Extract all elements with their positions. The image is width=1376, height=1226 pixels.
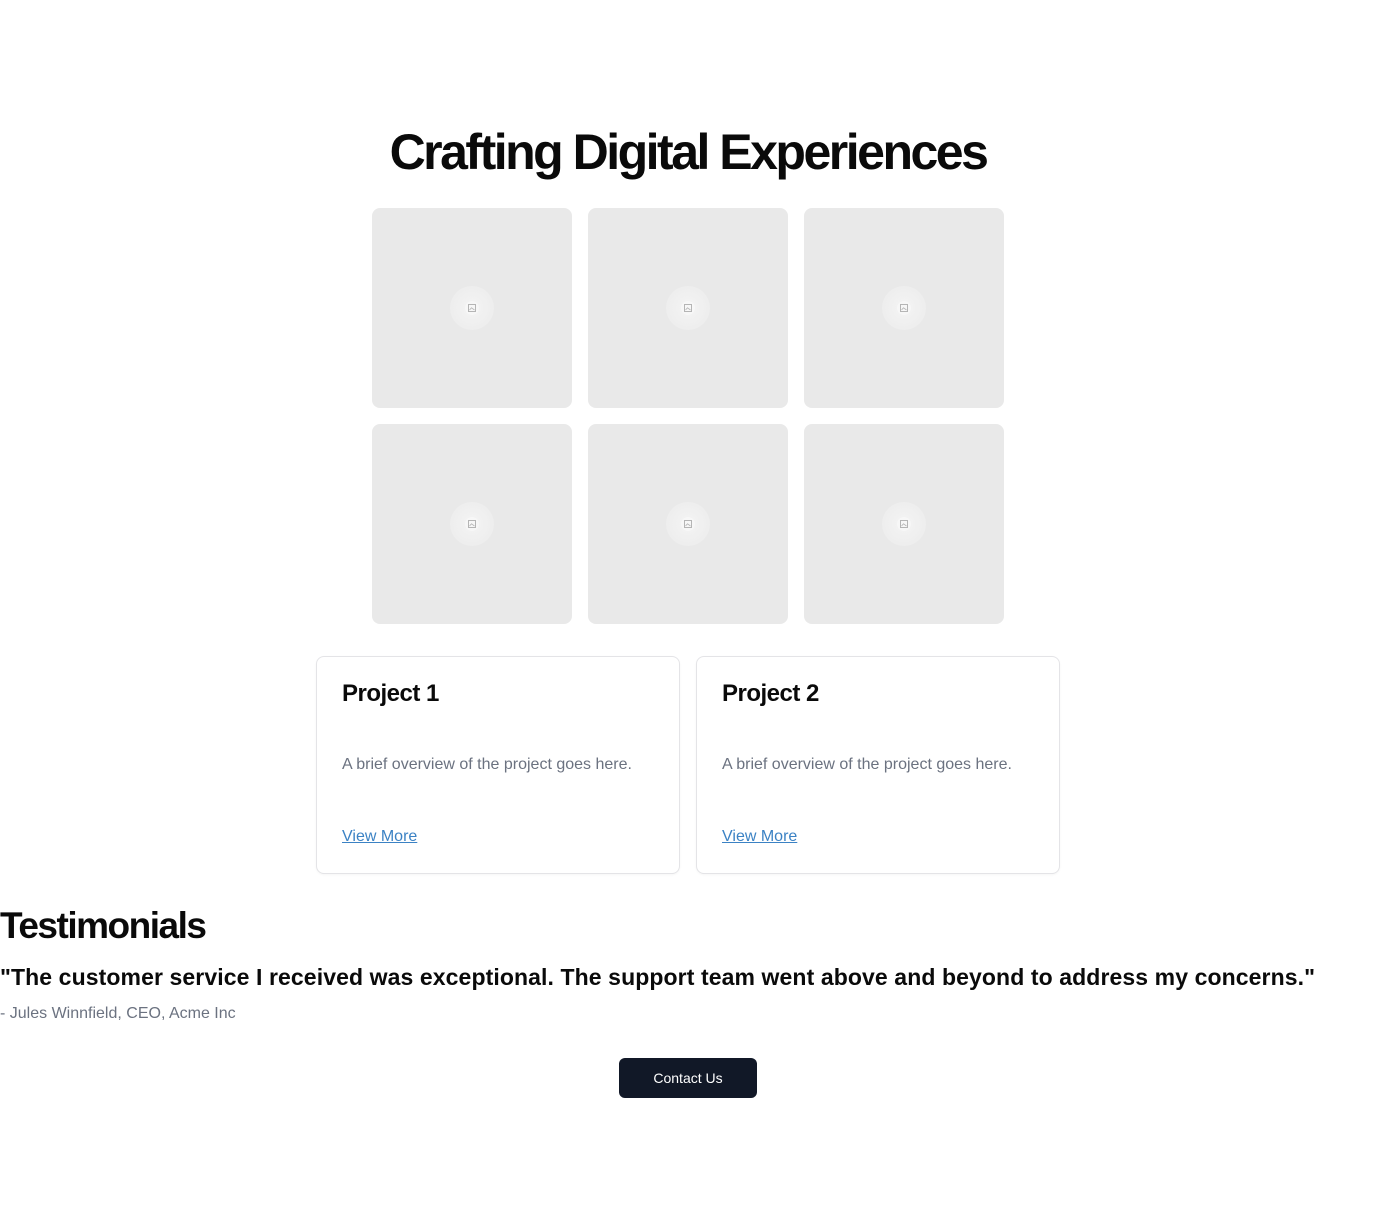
project-card: Project 2 A brief overview of the projec…	[696, 656, 1060, 874]
gallery-image[interactable]	[588, 208, 788, 408]
project-title: Project 1	[342, 680, 439, 707]
testimonial-author: - Jules Winnfield, CEO, Acme Inc	[0, 1005, 236, 1022]
project-description: A brief overview of the project goes her…	[722, 756, 1012, 773]
image-placeholder-icon	[465, 517, 479, 531]
gallery-image[interactable]	[588, 424, 788, 624]
project-title: Project 2	[722, 680, 819, 707]
gallery-image[interactable]	[372, 208, 572, 408]
view-more-link[interactable]: View More	[722, 827, 797, 847]
view-more-link[interactable]: View More	[342, 827, 417, 847]
page-title: Crafting Digital Experiences	[389, 124, 989, 180]
image-placeholder-icon	[681, 301, 695, 315]
gallery-image[interactable]	[804, 208, 1004, 408]
image-placeholder-icon	[681, 517, 695, 531]
image-placeholder-icon	[465, 301, 479, 315]
gallery-image[interactable]	[372, 424, 572, 624]
image-gallery	[372, 208, 1004, 624]
testimonials-heading: Testimonials	[0, 905, 207, 946]
image-placeholder-icon	[897, 301, 911, 315]
project-card: Project 1 A brief overview of the projec…	[316, 656, 680, 874]
project-description: A brief overview of the project goes her…	[342, 756, 632, 773]
project-cards: Project 1 A brief overview of the projec…	[316, 656, 1060, 874]
image-placeholder-icon	[897, 517, 911, 531]
contact-us-button[interactable]: Contact Us	[619, 1058, 757, 1098]
testimonial-quote: "The customer service I received was exc…	[0, 964, 1316, 990]
gallery-image[interactable]	[804, 424, 1004, 624]
